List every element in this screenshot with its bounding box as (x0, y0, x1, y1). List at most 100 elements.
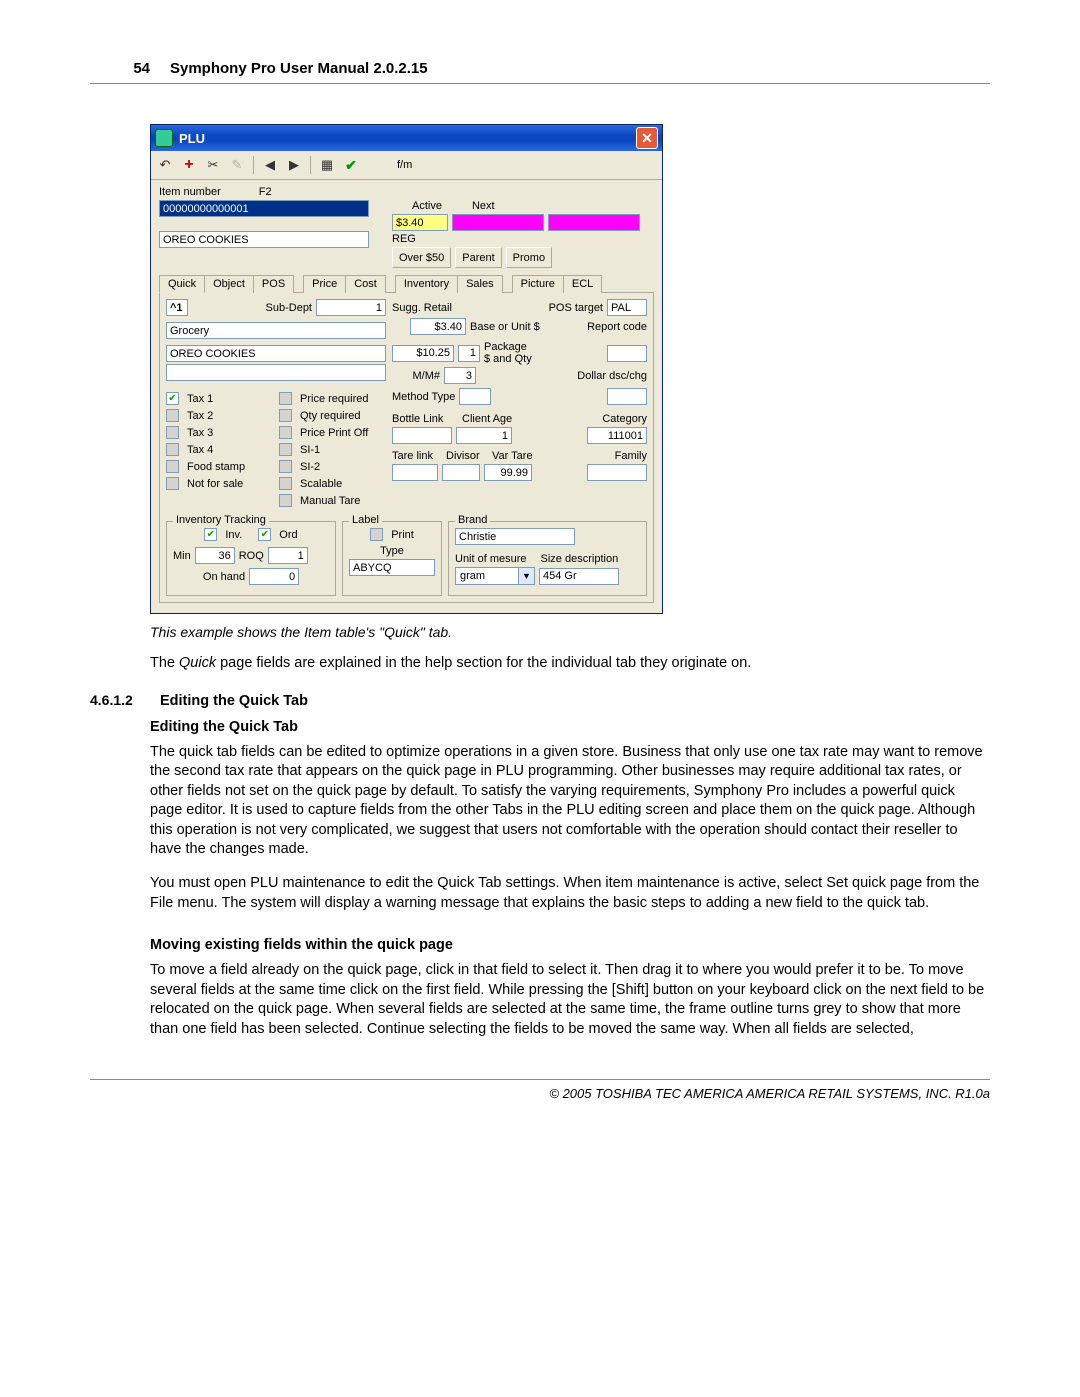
tare-link-field[interactable] (392, 464, 438, 481)
desc2-field[interactable]: OREO COOKIES (166, 345, 386, 362)
tax2-checkbox[interactable] (166, 409, 179, 422)
pos-target-field[interactable]: PAL (607, 299, 647, 316)
uom-dropdown[interactable]: gram ▼ (455, 567, 535, 585)
desc3-field[interactable] (166, 364, 386, 381)
inventory-tracking-group: Inventory Tracking ✔Inv. ✔Ord Min 36 ROQ… (166, 521, 336, 596)
body-para-1: The quick tab fields can be edited to op… (150, 743, 990, 860)
description-field[interactable]: OREO COOKIES (159, 231, 369, 248)
cut-icon[interactable]: ✂ (205, 157, 221, 173)
edit-icon[interactable]: ✎ (229, 157, 245, 173)
tab-picture[interactable]: Picture (512, 275, 564, 293)
brand-group: Brand Christie Unit of mesure Size descr… (448, 521, 647, 596)
scalable-checkbox[interactable] (279, 477, 292, 490)
family-field[interactable] (587, 464, 647, 481)
base-price-field[interactable]: $3.40 (410, 318, 466, 335)
next-icon[interactable]: ▶ (286, 157, 302, 173)
not-for-sale-checkbox[interactable] (166, 477, 179, 490)
item-number-field[interactable]: 00000000000001 (159, 200, 369, 217)
family-label: Family (615, 450, 647, 462)
manual-tare-checkbox[interactable] (279, 494, 292, 507)
app-icon (155, 129, 173, 147)
si2-checkbox[interactable] (279, 460, 292, 473)
qty-required-checkbox[interactable] (279, 409, 292, 422)
parent-button[interactable]: Parent (455, 247, 501, 268)
section-title: Editing the Quick Tab (160, 693, 308, 709)
promo-button[interactable]: Promo (506, 247, 552, 268)
print-checkbox[interactable] (370, 528, 383, 541)
add-icon[interactable]: + (181, 157, 197, 173)
inv-tracking-legend: Inventory Tracking (173, 514, 269, 526)
category-field[interactable]: 111001 (587, 427, 647, 444)
tab-quick[interactable]: Quick (159, 275, 205, 293)
brand-field[interactable]: Christie (455, 528, 575, 545)
ord-checkbox[interactable]: ✔ (258, 528, 271, 541)
bottle-link-field[interactable] (392, 427, 452, 444)
item-number-hotkey: F2 (259, 186, 272, 198)
type-label: Type (380, 545, 404, 557)
client-age-label: Client Age (462, 413, 522, 425)
prev-icon[interactable]: ◀ (262, 157, 278, 173)
onhand-field[interactable]: 0 (249, 568, 299, 585)
price-print-off-checkbox[interactable] (279, 426, 292, 439)
next-label: Next (472, 200, 495, 212)
type-field[interactable]: ABYCQ (349, 559, 435, 576)
qty-required-label: Qty required (300, 410, 361, 422)
subdept-label: Sub-Dept (192, 302, 312, 314)
tax1-checkbox[interactable]: ✔ (166, 392, 179, 405)
tab-cost[interactable]: Cost (345, 275, 386, 293)
dollar-dsc-field[interactable] (607, 388, 647, 405)
price-required-label: Price required (300, 393, 368, 405)
section-number: 4.6.1.2 (90, 692, 160, 708)
over50-button[interactable]: Over $50 (392, 247, 451, 268)
separator (253, 156, 254, 174)
chevron-down-icon[interactable]: ▼ (518, 568, 534, 584)
price-badge: $3.40 (392, 214, 448, 231)
tab-inventory[interactable]: Inventory (395, 275, 458, 293)
next-price-2 (548, 214, 640, 231)
tab-price[interactable]: Price (303, 275, 346, 293)
size-desc-label: Size description (541, 553, 619, 565)
footer-text: © 2005 TOSHIBA TEC AMERICA AMERICA RETAI… (90, 1086, 990, 1101)
si2-label: SI-2 (300, 461, 320, 473)
si1-checkbox[interactable] (279, 443, 292, 456)
tax1-label: Tax 1 (187, 393, 213, 405)
food-stamp-checkbox[interactable] (166, 460, 179, 473)
subdept-field[interactable]: 1 (316, 299, 386, 316)
brand-legend: Brand (455, 514, 490, 526)
figure-caption: This example shows the Item table's "Qui… (150, 624, 990, 640)
report-code-field[interactable] (607, 345, 647, 362)
footer-rule (90, 1079, 990, 1080)
check-icon[interactable]: ✔ (343, 157, 359, 173)
tax4-label: Tax 4 (187, 444, 213, 456)
mm-field[interactable]: 3 (444, 367, 476, 384)
client-age-field[interactable]: 1 (456, 427, 512, 444)
tab-pos[interactable]: POS (253, 275, 294, 293)
size-desc-field[interactable]: 454 Gr (539, 568, 619, 585)
roq-field[interactable]: 1 (268, 547, 308, 564)
min-field[interactable]: 36 (195, 547, 235, 564)
next-price-1 (452, 214, 544, 231)
grid-icon[interactable]: ▦ (319, 157, 335, 173)
pkg-price-field[interactable]: $10.25 (392, 345, 454, 362)
pkg-qty-field[interactable]: 1 (458, 345, 480, 362)
var-tare-label: Var Tare (492, 450, 544, 462)
plu-window: PLU ✕ ↶ + ✂ ✎ ◀ ▶ ▦ ✔ f/m Item number (150, 124, 663, 614)
tax4-checkbox[interactable] (166, 443, 179, 456)
print-label: Print (391, 529, 414, 541)
undo-icon[interactable]: ↶ (157, 157, 173, 173)
tab-sales[interactable]: Sales (457, 275, 503, 293)
page-header: 54 Symphony Pro User Manual 2.0.2.15 (90, 60, 990, 77)
mm-label: M/M# (392, 370, 440, 382)
divisor-field[interactable] (442, 464, 480, 481)
tab-object[interactable]: Object (204, 275, 254, 293)
inv-checkbox[interactable]: ✔ (204, 528, 217, 541)
var-tare-field[interactable]: 99.99 (484, 464, 532, 481)
method-type-field[interactable] (459, 388, 491, 405)
page-number: 54 (90, 60, 170, 77)
close-icon[interactable]: ✕ (636, 127, 658, 149)
price-required-checkbox[interactable] (279, 392, 292, 405)
pkg-label: Package$ and Qty (484, 341, 532, 365)
tab-ecl[interactable]: ECL (563, 275, 602, 293)
tax3-checkbox[interactable] (166, 426, 179, 439)
subdept-name-field[interactable]: Grocery (166, 322, 386, 339)
